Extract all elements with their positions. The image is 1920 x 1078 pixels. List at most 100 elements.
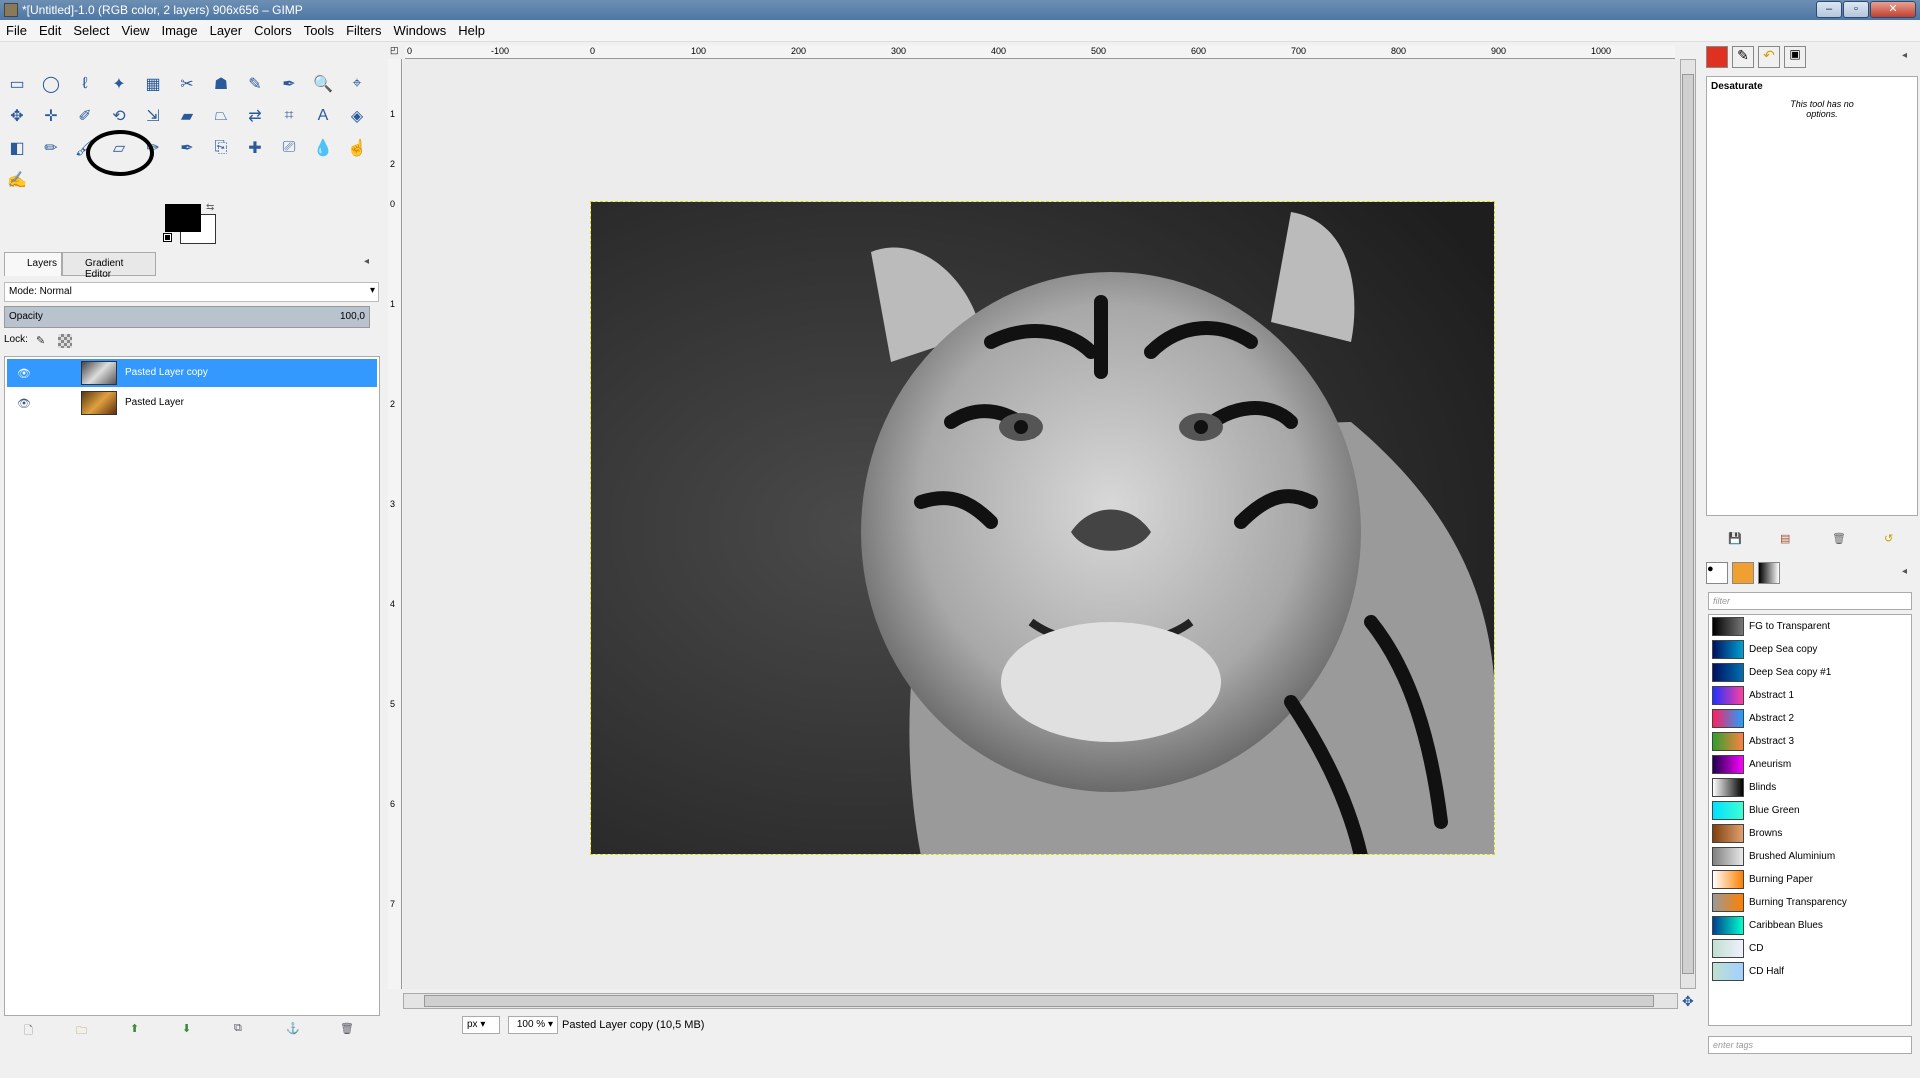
menu-view[interactable]: View [116,20,156,42]
blend-icon[interactable]: ◧ [5,136,29,160]
gradient-item[interactable]: Aneurism [1709,753,1911,776]
ellipse-select-icon[interactable]: ◯ [39,72,63,96]
gradient-item[interactable]: FG to Transparent [1709,615,1911,638]
image-canvas[interactable] [590,201,1495,855]
align-icon[interactable]: ✛ [39,104,63,128]
patterns-tab-icon[interactable] [1732,562,1754,584]
device-status-tab-icon[interactable]: ✎ [1732,46,1754,68]
delete-options-icon[interactable]: 🗑 [1832,532,1846,545]
dock-menu-icon[interactable]: ◂ [364,256,369,267]
layer-row[interactable]: 👁 Pasted Layer copy [7,359,377,387]
brushes-tab-icon[interactable]: ● [1706,562,1728,584]
free-select-icon[interactable]: ℓ [73,72,97,96]
zoom-icon[interactable]: 🔍 [311,72,335,96]
color-picker-icon[interactable]: ✒ [277,72,301,96]
gradient-item[interactable]: CD Half [1709,960,1911,983]
gradients-tab-icon[interactable] [1758,562,1780,584]
vertical-scrollbar[interactable] [1680,59,1696,989]
clone-icon[interactable]: ⎘ [209,136,233,160]
text-icon[interactable]: A [311,104,335,128]
menu-colors[interactable]: Colors [248,20,298,42]
minimize-button[interactable]: – [1816,1,1842,18]
menu-layer[interactable]: Layer [204,20,249,42]
bucket-fill-icon[interactable]: ◈ [345,104,369,128]
layer-list[interactable]: 👁 Pasted Layer copy 👁 Pasted Layer [4,356,380,1016]
fuzzy-select-icon[interactable]: ✦ [107,72,131,96]
foreground-select-icon[interactable]: ☗ [209,72,233,96]
save-options-icon[interactable]: 💾 [1728,532,1742,545]
scroll-thumb[interactable] [1682,74,1694,974]
gradient-item[interactable]: Blue Green [1709,799,1911,822]
gradient-item[interactable]: Burning Transparency [1709,891,1911,914]
new-layer-icon[interactable]: 🗋 [24,1022,33,1041]
tab-layers[interactable]: Layers [4,252,62,276]
gradient-item[interactable]: Deep Sea copy #1 [1709,661,1911,684]
maximize-button[interactable]: ▫ [1843,1,1869,18]
gradient-list[interactable]: FG to Transparent Deep Sea copy Deep Sea c… [1708,614,1912,1026]
zoom-select[interactable]: 100 % ▾ [508,1016,558,1034]
move-icon[interactable]: ✥ [5,104,29,128]
menu-filters[interactable]: Filters [340,20,387,42]
mode-select[interactable]: Mode: Normal ▾ [4,282,379,302]
anchor-layer-icon[interactable]: ⚓ [286,1022,300,1035]
blur-icon[interactable]: 💧 [311,136,335,160]
images-tab-icon[interactable]: ▣ [1784,46,1806,68]
gradient-item[interactable]: Browns [1709,822,1911,845]
dodge-burn-icon[interactable]: ✍ [5,168,29,192]
perspective-icon[interactable]: ⏢ [209,104,233,128]
delete-layer-icon[interactable]: 🗑 [340,1022,354,1035]
paths-icon[interactable]: ✎ [243,72,267,96]
scissors-icon[interactable]: ✂ [175,72,199,96]
close-button[interactable]: ✕ [1870,1,1916,18]
new-group-icon[interactable]: 🗀 [76,1022,87,1041]
menu-image[interactable]: Image [155,20,203,42]
menu-windows[interactable]: Windows [387,20,452,42]
gradient-item[interactable]: Deep Sea copy [1709,638,1911,661]
flip-icon[interactable]: ⇄ [243,104,267,128]
dock-menu-icon[interactable]: ◂ [1902,50,1907,61]
tool-options-tab-icon[interactable] [1706,46,1728,68]
gradient-item[interactable]: Caribbean Blues [1709,914,1911,937]
navigate-icon[interactable]: ✥ [1682,993,1694,1010]
gradient-item[interactable]: Abstract 2 [1709,707,1911,730]
horizontal-scrollbar[interactable] [403,993,1678,1009]
ink-icon[interactable]: ✒ [175,136,199,160]
eye-icon[interactable]: 👁 [17,367,31,380]
gradient-item[interactable]: Blinds [1709,776,1911,799]
gradient-item[interactable]: Abstract 1 [1709,684,1911,707]
ruler-horizontal[interactable]: 0 -100 0 100 200 300 400 500 600 700 800… [405,45,1675,59]
lock-alpha-icon[interactable] [58,334,72,348]
ruler-corner[interactable]: ◰ [390,45,403,58]
eye-icon[interactable]: 👁 [17,397,31,410]
dock-menu-icon[interactable]: ◂ [1902,566,1907,577]
scale-icon[interactable]: ⇲ [141,104,165,128]
gradient-item[interactable]: Abstract 3 [1709,730,1911,753]
shear-icon[interactable]: ▰ [175,104,199,128]
undo-history-tab-icon[interactable]: ↶ [1758,46,1780,68]
swap-colors-icon[interactable]: ⇆ [206,202,214,213]
ruler-vertical[interactable]: 1 2 0 1 2 3 4 5 6 7 [388,59,402,989]
crop-icon[interactable]: ✐ [73,104,97,128]
menu-tools[interactable]: Tools [298,20,340,42]
opacity-slider[interactable]: Opacity 100,0 [4,306,370,328]
smudge-icon[interactable]: ☝ [345,136,369,160]
foreground-color-swatch[interactable] [165,204,201,232]
gradient-filter-input[interactable]: filter [1708,592,1912,610]
menu-edit[interactable]: Edit [33,20,67,42]
tab-gradient-editor[interactable]: Gradient Editor [62,252,156,280]
rect-select-icon[interactable]: ▭ [5,72,29,96]
default-colors-icon[interactable] [163,233,172,242]
scroll-thumb[interactable] [424,995,1654,1007]
layer-row[interactable]: 👁 Pasted Layer [7,389,377,417]
raise-layer-icon[interactable]: ⬆ [130,1022,139,1035]
rotate-icon[interactable]: ⟲ [107,104,131,128]
duplicate-layer-icon[interactable]: ⧉ [234,1022,242,1035]
menu-help[interactable]: Help [452,20,491,42]
cage-icon[interactable]: ⌗ [277,104,301,128]
tags-input[interactable]: enter tags [1708,1036,1912,1054]
color-select-icon[interactable]: ▦ [141,72,165,96]
measure-icon[interactable]: ⌖ [345,72,369,96]
heal-icon[interactable]: ✚ [243,136,267,160]
lower-layer-icon[interactable]: ⬇ [182,1022,191,1035]
pencil-icon[interactable]: ✏ [39,136,63,160]
